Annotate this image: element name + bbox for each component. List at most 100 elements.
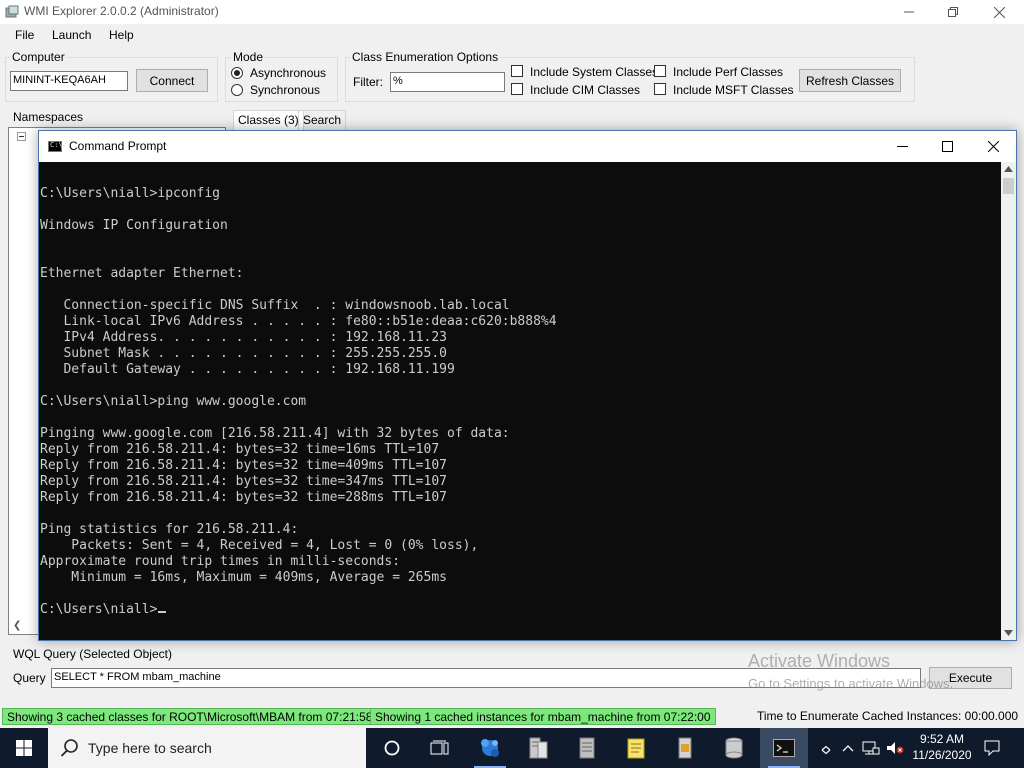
search-icon — [60, 739, 78, 757]
console-line: C:\Users\niall>ipconfig — [40, 186, 221, 201]
sync-radio[interactable] — [231, 84, 243, 96]
include-msft-classes-checkbox[interactable] — [654, 83, 666, 95]
notepad-icon[interactable] — [612, 728, 660, 768]
clock-date: 11/26/2020 — [912, 748, 972, 762]
scroll-left-icon[interactable]: ❮ — [13, 620, 21, 631]
config-manager-icon[interactable] — [661, 728, 709, 768]
text-cursor — [158, 611, 167, 613]
minimize-button[interactable] — [886, 0, 932, 24]
connect-button[interactable]: Connect — [136, 69, 208, 92]
wmi-title-bar[interactable]: WMI Explorer 2.0.0.2 (Administrator) — [0, 0, 1024, 24]
network-icon[interactable] — [860, 728, 882, 768]
console-line: Windows IP Configuration — [40, 218, 228, 233]
status-enumerate-time: Time to Enumerate Cached Instances: 00:0… — [757, 709, 1019, 723]
cmd-window-title: Command Prompt — [69, 139, 167, 153]
restore-icon — [948, 7, 958, 17]
menu-help[interactable]: Help — [109, 28, 134, 42]
console-line: Ethernet adapter Ethernet: — [40, 266, 244, 281]
database-icon[interactable] — [710, 728, 758, 768]
menu-file[interactable]: File — [15, 28, 34, 42]
filter-input[interactable]: % — [390, 72, 505, 92]
taskbar-clock[interactable]: 9:52 AM 11/26/2020 — [904, 731, 980, 763]
taskbar: Type here to search 9:52 AM 11/26/2020 — [0, 728, 1024, 768]
taskbar-search[interactable]: Type here to search — [48, 728, 366, 768]
search-placeholder: Type here to search — [88, 740, 212, 756]
class-enum-label: Class Enumeration Options — [350, 50, 501, 64]
command-prompt-taskbar-icon[interactable] — [760, 728, 808, 768]
computer-name-input[interactable]: MININT-KEQA6AH — [10, 71, 128, 91]
close-button[interactable] — [976, 0, 1022, 24]
include-perf-classes-label: Include Perf Classes — [673, 65, 784, 79]
console-line: Connection-specific DNS Suffix . : windo… — [40, 298, 510, 313]
console-line: Reply from 216.58.211.4: bytes=32 time=4… — [40, 458, 447, 473]
wmi-explorer-icon[interactable] — [466, 728, 514, 768]
volume-muted-icon[interactable] — [884, 728, 906, 768]
include-system-classes-label: Include System Classes — [530, 65, 659, 79]
wql-label: WQL Query (Selected Object) — [13, 647, 172, 661]
minimize-icon — [904, 11, 914, 13]
include-system-classes-checkbox[interactable] — [511, 65, 523, 77]
taskbar-overflow-icon[interactable] — [816, 728, 836, 768]
console-line: C:\Users\niall> — [40, 602, 167, 618]
console-line: Packets: Sent = 4, Received = 4, Lost = … — [40, 538, 479, 553]
query-label: Query — [13, 671, 46, 685]
status-instances: Showing 1 cached instances for mbam_mach… — [370, 708, 716, 725]
computer-group-label: Computer — [10, 50, 67, 64]
console-scrollbar[interactable] — [1001, 162, 1016, 640]
include-msft-classes-label: Include MSFT Classes — [673, 83, 794, 97]
console-line: C:\Users\niall>ping www.google.com — [40, 394, 307, 409]
command-prompt-window: Command Prompt C:\Users\niall>ipconfig Wi… — [38, 130, 1017, 641]
filter-label: Filter: — [353, 75, 383, 89]
console-output[interactable]: C:\Users\niall>ipconfig Windows IP Config… — [39, 162, 1001, 640]
show-hidden-icons-icon[interactable] — [838, 728, 858, 768]
scroll-down-icon[interactable] — [1004, 630, 1013, 636]
console-line: Subnet Mask . . . . . . . . . . . : 255.… — [40, 346, 447, 361]
console-line: Minimum = 16ms, Maximum = 409ms, Average… — [40, 570, 447, 585]
tab-search[interactable]: Search — [298, 110, 347, 130]
async-radio[interactable] — [231, 67, 243, 79]
start-button[interactable] — [0, 728, 48, 768]
server-manager-icon[interactable] — [514, 728, 562, 768]
sync-label: Synchronous — [250, 83, 321, 97]
minimize-icon — [896, 146, 908, 147]
maximize-icon — [941, 141, 953, 152]
console-line: Pinging www.google.com [216.58.211.4] wi… — [40, 426, 510, 441]
status-classes: Showing 3 cached classes for ROOT\Micros… — [2, 708, 378, 725]
console-line: Link-local IPv6 Address . . . . . : fe80… — [40, 314, 557, 329]
async-label: Asynchronous — [250, 66, 327, 80]
cmd-title-bar[interactable]: Command Prompt — [39, 131, 1016, 162]
restore-button[interactable] — [930, 0, 976, 24]
action-center-icon[interactable] — [980, 728, 1004, 768]
tab-classes[interactable]: Classes (3) — [233, 110, 304, 130]
include-cim-classes-checkbox[interactable] — [511, 83, 523, 95]
wmi-app-icon — [5, 5, 19, 18]
window-title: WMI Explorer 2.0.0.2 (Administrator) — [24, 4, 219, 18]
console-line: Approximate round trip times in milli-se… — [40, 554, 401, 569]
cortana-icon[interactable] — [368, 728, 416, 768]
include-perf-classes-checkbox[interactable] — [654, 65, 666, 77]
activate-windows-title: Activate Windows — [748, 651, 891, 671]
windows-logo-icon — [16, 740, 32, 756]
task-view-icon[interactable] — [416, 728, 464, 768]
menu-launch[interactable]: Launch — [52, 28, 91, 42]
namespaces-label: Namespaces — [13, 110, 84, 124]
scroll-up-icon[interactable] — [1004, 166, 1013, 172]
cmd-maximize-button[interactable] — [924, 131, 970, 162]
console-line: IPv4 Address. . . . . . . . . . . : 192.… — [40, 330, 447, 345]
include-cim-classes-label: Include CIM Classes — [530, 83, 641, 97]
cmd-minimize-button[interactable] — [879, 131, 925, 162]
mode-group-label: Mode — [231, 50, 266, 64]
console-line: Reply from 216.58.211.4: bytes=32 time=3… — [40, 474, 447, 489]
scrollbar-thumb[interactable] — [1003, 178, 1014, 194]
activate-windows-subtitle: Go to Settings to activate Windows. — [748, 676, 954, 691]
tree-collapse-icon[interactable] — [17, 132, 26, 141]
console-line: Reply from 216.58.211.4: bytes=32 time=1… — [40, 442, 440, 457]
cmd-close-button[interactable] — [970, 131, 1016, 162]
command-prompt-icon — [48, 141, 63, 152]
file-server-icon[interactable] — [563, 728, 611, 768]
close-icon — [987, 141, 999, 152]
console-line: Ping statistics for 216.58.211.4: — [40, 522, 299, 537]
clock-time: 9:52 AM — [919, 732, 965, 746]
refresh-classes-button[interactable]: Refresh Classes — [799, 69, 901, 92]
console-line: Reply from 216.58.211.4: bytes=32 time=2… — [40, 490, 447, 505]
